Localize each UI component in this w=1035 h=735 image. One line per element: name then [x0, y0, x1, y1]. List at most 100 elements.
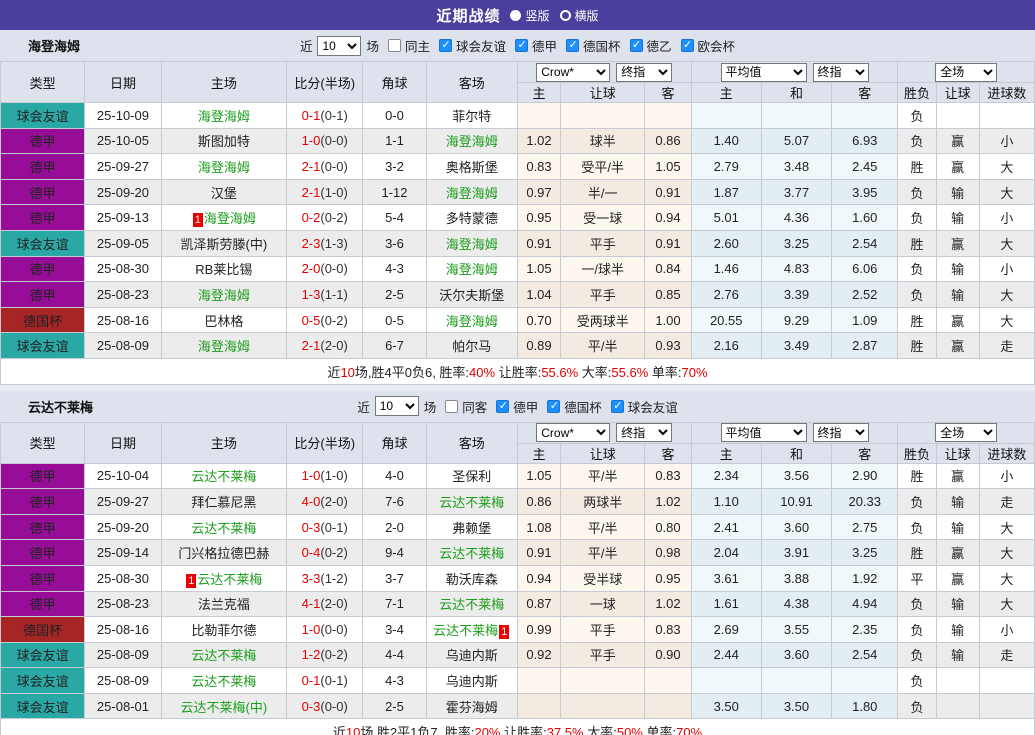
team-name[interactable]: 海登海姆	[446, 314, 498, 329]
date-cell: 25-09-20	[84, 178, 162, 206]
scope-select[interactable]: 全场	[935, 62, 998, 82]
halftime-score: (0-0)	[320, 698, 348, 714]
away-team-cell: 乌迪内斯	[425, 667, 518, 694]
team-name[interactable]: 云达不莱梅	[191, 674, 256, 689]
team-name: 斯图加特	[197, 134, 250, 150]
team-name[interactable]: 海登海姆	[198, 288, 250, 303]
avg-odds-away: 1.09	[831, 306, 899, 334]
score-cell: 0-1(0-1)	[286, 667, 364, 694]
column-header: 角球	[362, 61, 427, 103]
date-cell: 25-10-09	[84, 102, 162, 129]
sub-column-header: 客	[644, 442, 692, 464]
team-name[interactable]: 海登海姆	[446, 237, 498, 252]
league-checkbox-label: 德甲	[532, 40, 558, 54]
team-name[interactable]: 海登海姆	[446, 134, 498, 149]
avg-odds-home	[690, 102, 762, 129]
provider-select[interactable]: Crow*	[536, 423, 611, 443]
handicap-odds-home: 1.05	[516, 462, 562, 490]
average-stage-select[interactable]: 终指	[812, 62, 869, 82]
title-bar: 近期战绩 竖版 横版	[0, 0, 1035, 30]
team-name: 圣保利	[452, 469, 492, 485]
team-name[interactable]: 海登海姆	[198, 339, 250, 354]
team-name[interactable]: 海登海姆	[446, 262, 498, 277]
league-checkbox[interactable]	[610, 399, 624, 413]
home-team-cell: 云达不莱梅	[160, 513, 288, 541]
team-name[interactable]: 云达不莱梅	[191, 521, 256, 536]
team-name[interactable]: 云达不莱梅	[433, 623, 498, 638]
match-row: 德国杯 25-08-16 巴林格 0-5(0-2) 0-5 海登海姆 0.70 受两球半 1.0…	[0, 306, 1035, 334]
team-name[interactable]: 云达不莱梅	[439, 495, 504, 510]
match-row: 德甲 25-09-27 海登海姆 2-1(0-0) 3-2 奥格斯堡 0.83 受平/半 1.0…	[0, 153, 1035, 180]
away-team-cell: 海登海姆	[425, 255, 518, 283]
same-venue-checkbox[interactable]	[445, 399, 459, 413]
score-cell: 0-3(0-0)	[286, 692, 364, 720]
team-name[interactable]: 云达不莱梅	[197, 572, 262, 587]
team-name[interactable]: 海登海姆	[446, 186, 498, 201]
result-cell: 负	[897, 513, 937, 541]
average-select-cell: 平均值 终指	[690, 61, 899, 83]
fulltime-score: 2-1	[301, 184, 321, 200]
avg-odds-away: 2.54	[831, 641, 899, 669]
sub-column-header: 客	[831, 442, 899, 464]
date-cell: 25-09-27	[84, 153, 162, 180]
team-name[interactable]: 云达不莱梅(中)	[180, 700, 267, 715]
provider-select[interactable]: Crow*	[536, 62, 611, 82]
handicap-result-cell	[935, 102, 980, 129]
sub-column-header: 胜负	[897, 82, 937, 103]
fulltime-score: 3-3	[301, 570, 321, 586]
provider-stage-select[interactable]: 终指	[616, 423, 673, 443]
team-name[interactable]: 云达不莱梅	[439, 597, 504, 612]
league-checkbox[interactable]	[680, 38, 694, 52]
team-name[interactable]: 海登海姆	[198, 160, 250, 175]
horizontal-layout-radio[interactable]: 横版	[559, 7, 599, 24]
same-venue-checkbox[interactable]	[387, 39, 401, 52]
away-team-cell: 云达不莱梅	[425, 539, 518, 566]
match-count-select[interactable]: 10	[317, 35, 362, 56]
summary-row: 近10场,胜2平1负7, 胜率:20% 让胜率:37.5% 大率:50% 单率:…	[0, 718, 1035, 735]
team-name[interactable]: 海登海姆	[204, 211, 256, 226]
rank-badge: 1	[192, 213, 203, 228]
league-checkbox[interactable]	[566, 38, 580, 52]
team-name[interactable]: 云达不莱梅	[191, 469, 256, 484]
competition-cell: 球会友谊	[0, 332, 86, 359]
average-stage-select[interactable]: 终指	[812, 423, 869, 443]
summary-segment: 50%	[616, 725, 643, 735]
handicap-result-cell: 输	[935, 616, 980, 643]
avg-odds-home: 20.55	[690, 306, 762, 334]
handicap-result-cell: 赢	[935, 332, 980, 359]
date-cell: 25-08-30	[84, 564, 162, 592]
handicap-odds-home: 0.87	[516, 590, 562, 618]
team-name[interactable]: 云达不莱梅	[439, 546, 504, 561]
provider-stage-select[interactable]: 终指	[616, 62, 673, 82]
average-select[interactable]: 平均值	[720, 423, 807, 443]
league-checkbox[interactable]	[629, 38, 643, 52]
avg-odds-draw: 3.39	[760, 281, 833, 308]
average-select[interactable]: 平均值	[720, 62, 807, 82]
avg-odds-away: 6.93	[831, 127, 899, 155]
handicap-odds-home: 1.05	[516, 255, 562, 283]
handicap-result-cell: 输	[935, 488, 980, 515]
corners-cell: 3-2	[362, 153, 427, 180]
vertical-layout-radio[interactable]: 竖版	[510, 7, 550, 24]
avg-odds-home: 1.40	[690, 127, 762, 155]
league-checkbox[interactable]	[547, 399, 561, 413]
halftime-score: (1-1)	[320, 286, 348, 302]
competition-cell: 德甲	[0, 462, 86, 490]
match-count-select[interactable]: 10	[374, 396, 419, 417]
match-row: 德甲 25-09-13 1 海登海姆 0-2(0-2) 5-4 多特蒙德 0.95 受一球 0.9…	[0, 204, 1035, 231]
avg-odds-home: 2.34	[690, 462, 762, 490]
team-name[interactable]: 海登海姆	[198, 109, 250, 124]
summary-segment: 让胜率:	[500, 725, 547, 735]
away-team-cell: 海登海姆	[425, 229, 518, 257]
halftime-score: (0-0)	[320, 133, 348, 149]
rank-badge: 1	[499, 624, 510, 639]
handicap-result-cell: 输	[935, 255, 980, 283]
league-checkbox[interactable]	[496, 399, 510, 413]
league-checkbox[interactable]	[515, 38, 528, 52]
league-checkbox[interactable]	[438, 38, 452, 52]
page-title: 近期战绩	[436, 7, 501, 25]
team-section: 海登海姆近10场同主球会友谊德甲德国杯德乙欧会杯类型日期主场比分(半场)角球客场…	[0, 30, 1035, 385]
team-name[interactable]: 云达不莱梅	[191, 648, 256, 663]
handicap-result-cell: 赢	[935, 462, 980, 490]
scope-select[interactable]: 全场	[935, 423, 998, 443]
